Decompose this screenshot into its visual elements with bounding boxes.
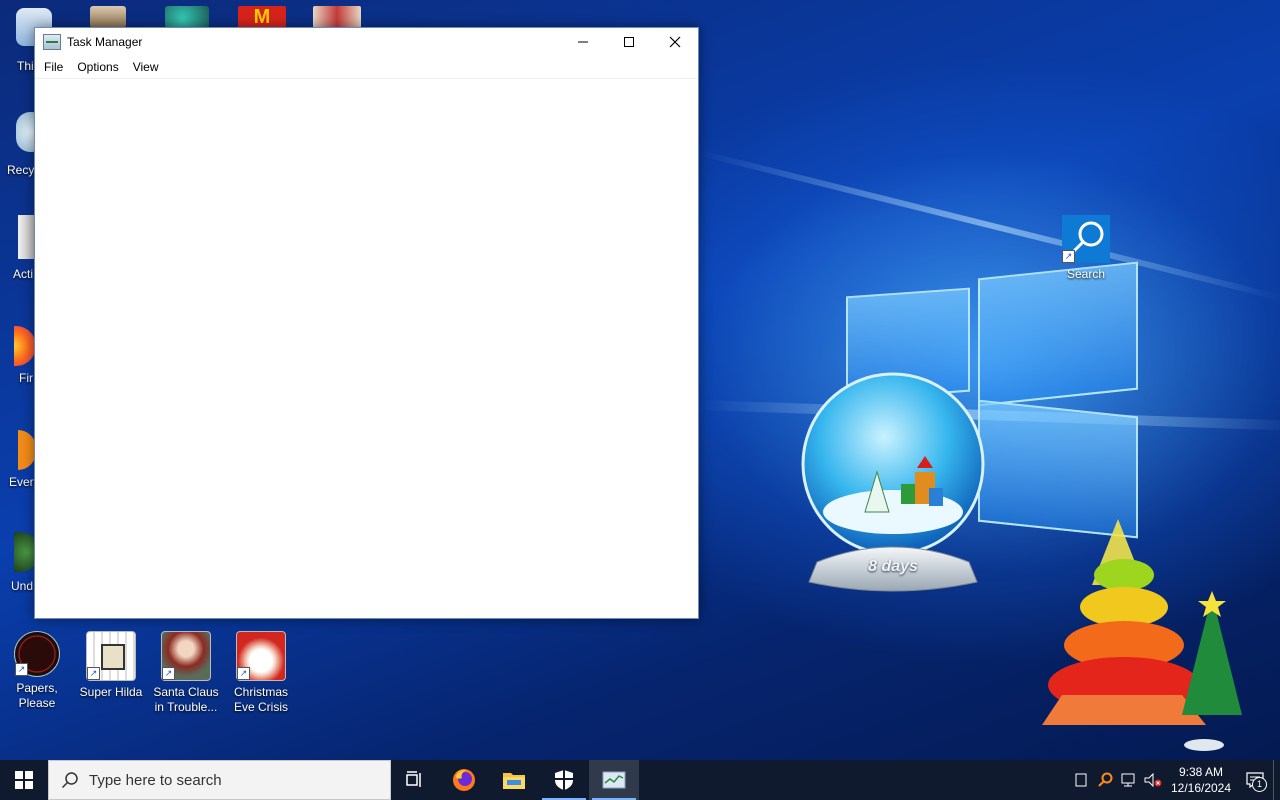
start-button[interactable] <box>0 760 48 800</box>
search-placeholder: Type here to search <box>89 771 222 789</box>
desktop-icon-label: Search <box>1066 267 1106 281</box>
search-icon <box>61 772 78 789</box>
folder-icon <box>503 773 525 789</box>
super-hilda-icon: ↗ <box>86 631 136 681</box>
christmas-tree-decoration <box>1032 505 1262 755</box>
windows-logo-icon <box>15 771 33 789</box>
desktop-icon-christmas-eve-crisis[interactable]: ↗ Christmas Eve Crisis <box>225 631 297 715</box>
volume-muted-icon[interactable] <box>1141 760 1165 800</box>
clock-time: 9:38 AM <box>1178 765 1224 779</box>
task-view-button[interactable] <box>391 760 439 800</box>
system-tray: 9:38 AM 12/16/2024 1 <box>1069 760 1280 800</box>
undertale-label: Und <box>11 579 34 593</box>
shortcut-arrow-icon: ↗ <box>237 667 250 680</box>
menu-bar: File Options View <box>35 56 698 79</box>
maximize-icon <box>624 37 634 47</box>
task-manager-window[interactable]: Task Manager File Options View <box>34 27 699 619</box>
taskbar-task-manager-button[interactable] <box>589 760 639 800</box>
papers-please-icon: ↗ <box>14 631 60 677</box>
shortcut-arrow-icon: ↗ <box>15 663 28 676</box>
tray-square-icon[interactable] <box>1069 760 1093 800</box>
action-center-button[interactable]: 1 <box>1237 760 1273 800</box>
task-manager-icon <box>43 34 61 50</box>
desktop-icon-partial[interactable] <box>90 6 126 28</box>
title-bar[interactable]: Task Manager <box>35 28 698 56</box>
desktop-icon-label: Super Hilda <box>79 685 143 699</box>
this-pc-label: Thi <box>17 59 34 73</box>
task-manager-icon <box>602 771 626 789</box>
search-icon: ↗ <box>1062 215 1110 263</box>
window-logo-pane <box>978 261 1138 407</box>
taskbar-security-button[interactable] <box>539 760 589 800</box>
shortcut-arrow-icon: ↗ <box>162 667 175 680</box>
taskbar-file-explorer-button[interactable] <box>489 760 539 800</box>
shortcut-arrow-icon: ↗ <box>87 667 100 680</box>
menu-file[interactable]: File <box>37 60 70 74</box>
snow-globe-gadget[interactable]: 8 days <box>797 372 989 592</box>
desktop-icon-search[interactable]: ↗ Search <box>1050 215 1122 282</box>
tray-search-orange-icon[interactable] <box>1093 760 1117 800</box>
santa-icon: ↗ <box>236 631 286 681</box>
task-view-icon <box>406 771 421 787</box>
mcdonalds-icon[interactable]: M <box>238 6 286 28</box>
window-controls <box>560 28 698 56</box>
close-button[interactable] <box>652 28 698 56</box>
desktop-icon-partial[interactable] <box>165 6 209 28</box>
window-title: Task Manager <box>67 35 143 49</box>
menu-options[interactable]: Options <box>70 60 125 74</box>
recycle-bin-label: Recy <box>7 163 35 177</box>
clock-date: 12/16/2024 <box>1170 781 1232 795</box>
network-icon[interactable] <box>1117 760 1141 800</box>
show-desktop-button[interactable] <box>1273 760 1280 800</box>
minimize-button[interactable] <box>560 28 606 56</box>
taskbar-clock[interactable]: 9:38 AM 12/16/2024 <box>1169 764 1233 796</box>
maximize-button[interactable] <box>606 28 652 56</box>
menu-view[interactable]: View <box>126 60 166 74</box>
desktop-icon-super-hilda[interactable]: ↗ Super Hilda <box>75 631 147 700</box>
taskbar-firefox-button[interactable] <box>439 760 489 800</box>
activate-label: Acti <box>13 267 34 281</box>
firefox-icon <box>453 769 475 791</box>
desktop-icon-label: Christmas Eve Crisis <box>233 685 288 714</box>
shortcut-arrow-icon: ↗ <box>1062 250 1075 263</box>
desktop-icon-papers-please[interactable]: ↗ Papers, Please <box>1 631 73 711</box>
desktop-icon-label: Papers, Please <box>16 681 58 710</box>
close-icon <box>669 36 681 48</box>
taskbar: Type here to search 9:38 AM 12/16/2024 1 <box>0 760 1280 800</box>
notification-badge: 1 <box>1252 777 1267 792</box>
firefox-label: Fir <box>19 371 33 385</box>
shield-icon <box>555 770 573 790</box>
desktop-icon-santa-claus-in-trouble[interactable]: ↗ Santa Claus in Trouble... <box>150 631 222 715</box>
snow-globe-countdown: 8 days <box>868 558 918 575</box>
task-manager-content <box>35 79 698 618</box>
desktop-icon-label: Santa Claus in Trouble... <box>153 685 219 714</box>
firefox-icon[interactable] <box>14 326 36 366</box>
santa-trouble-icon: ↗ <box>161 631 211 681</box>
desktop-icon-partial[interactable] <box>313 6 361 28</box>
minimize-icon <box>578 41 588 43</box>
taskbar-search-box[interactable]: Type here to search <box>48 760 391 800</box>
